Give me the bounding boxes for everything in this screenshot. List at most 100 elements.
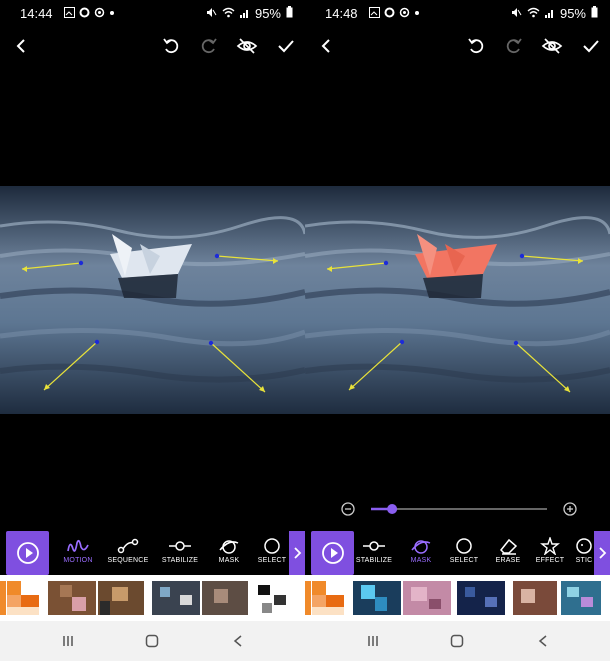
play-icon [321, 542, 344, 564]
screen-left: 14:44 95% MOTION SEQUENCE STABILIZE MASK… [0, 0, 305, 661]
recent-apps-button[interactable] [365, 633, 381, 649]
back-arrow-icon [233, 635, 242, 647]
toggle-visibility-button[interactable] [236, 35, 258, 57]
undo-icon [468, 38, 484, 54]
timeline-thumbnails[interactable] [305, 575, 610, 621]
home-icon [450, 634, 464, 648]
undo-icon [163, 38, 179, 54]
timeline-thumbnails[interactable] [0, 575, 305, 621]
nav-back-button[interactable] [535, 633, 551, 649]
video-frame [305, 186, 610, 414]
system-nav-bar [0, 621, 305, 661]
more-notifications-dot-icon [109, 6, 115, 21]
home-button[interactable] [144, 633, 160, 649]
battery-percent: 95% [254, 6, 281, 21]
zoom-out-icon[interactable] [341, 502, 355, 516]
wifi-icon [222, 6, 235, 21]
settings-notification-icon [79, 6, 90, 21]
video-preview[interactable] [305, 186, 610, 414]
thumbnail-strip [305, 581, 601, 615]
tool-stabilize[interactable]: STABILIZE [349, 533, 399, 575]
brush-size-slider[interactable] [335, 498, 585, 520]
editor-top-bar [0, 30, 305, 60]
check-icon [278, 40, 294, 53]
recent-apps-icon [63, 636, 73, 646]
tool-select[interactable]: SELECT [439, 533, 489, 575]
redo-icon [201, 38, 217, 54]
mask-icon [219, 540, 239, 554]
clock: 14:48 [325, 6, 358, 21]
sync-notification-icon [399, 6, 410, 21]
confirm-button[interactable] [580, 35, 602, 57]
nav-back-button[interactable] [230, 633, 246, 649]
more-notifications-dot-icon [414, 6, 420, 21]
tool-stabilize[interactable]: STABILIZE [152, 533, 208, 575]
scroll-tools-right-button[interactable] [289, 531, 305, 575]
back-button[interactable] [315, 35, 337, 57]
mute-icon [511, 6, 522, 21]
slider-thumb[interactable] [387, 504, 398, 514]
gallery-notification-icon [64, 6, 75, 21]
motion-icon [67, 539, 89, 552]
home-button[interactable] [449, 633, 465, 649]
redo-button[interactable] [503, 35, 525, 57]
select-icon [264, 538, 280, 554]
mute-icon [206, 6, 217, 21]
back-arrow-icon [538, 635, 547, 647]
confirm-button[interactable] [275, 35, 297, 57]
sequence-icon [117, 538, 139, 554]
battery-icon [286, 6, 293, 21]
play-button[interactable] [311, 531, 354, 575]
eye-off-icon [236, 38, 258, 54]
chevron-left-icon [16, 39, 25, 53]
home-icon [145, 634, 159, 648]
battery-percent: 95% [559, 6, 586, 21]
tool-bar: MOTION SEQUENCE STABILIZE MASK SELECT [0, 531, 305, 575]
video-preview[interactable] [0, 186, 305, 414]
tool-motion[interactable]: MOTION [50, 533, 106, 575]
play-button[interactable] [6, 531, 49, 575]
chevron-left-icon [321, 39, 330, 53]
scroll-tools-right-button[interactable] [594, 531, 610, 575]
signal-icon [544, 6, 555, 21]
battery-icon [591, 6, 598, 21]
gallery-notification-icon [369, 6, 380, 21]
mask-icon [411, 540, 431, 554]
chevron-right-icon [599, 547, 607, 559]
erase-icon [499, 538, 518, 555]
settings-notification-icon [384, 6, 395, 21]
undo-button[interactable] [465, 35, 487, 57]
toggle-visibility-button[interactable] [541, 35, 563, 57]
recent-apps-icon [368, 636, 378, 646]
thumbnail-strip [0, 581, 296, 615]
sync-notification-icon [94, 6, 105, 21]
tool-bar: STABILIZE MASK SELECT ERASE EFFECT STIC [305, 531, 610, 575]
tool-mask[interactable]: MASK [397, 533, 445, 575]
effect-icon [540, 537, 560, 555]
video-frame [0, 186, 305, 414]
signal-icon [239, 6, 250, 21]
screen-right: 14:48 95% STABILIZE MASK SELECT ERASE EF… [305, 0, 610, 661]
play-icon [16, 542, 39, 564]
redo-icon [506, 38, 522, 54]
tool-effect[interactable]: EFFECT [525, 533, 575, 575]
check-icon [583, 40, 599, 53]
sticker-icon [576, 538, 592, 554]
system-nav-bar [305, 621, 610, 661]
status-bar: 14:48 95% [305, 0, 610, 26]
recent-apps-button[interactable] [60, 633, 76, 649]
zoom-in-icon[interactable] [563, 502, 577, 516]
clock: 14:44 [20, 6, 53, 21]
eye-off-icon [541, 38, 563, 54]
stabilize-icon [169, 541, 191, 551]
undo-button[interactable] [160, 35, 182, 57]
wifi-icon [527, 6, 540, 21]
select-icon [456, 538, 472, 554]
stabilize-icon [363, 541, 385, 551]
chevron-right-icon [294, 547, 302, 559]
tool-sequence[interactable]: SEQUENCE [100, 533, 156, 575]
status-bar: 14:44 95% [0, 0, 305, 26]
back-button[interactable] [10, 35, 32, 57]
editor-top-bar [305, 30, 610, 60]
redo-button[interactable] [198, 35, 220, 57]
